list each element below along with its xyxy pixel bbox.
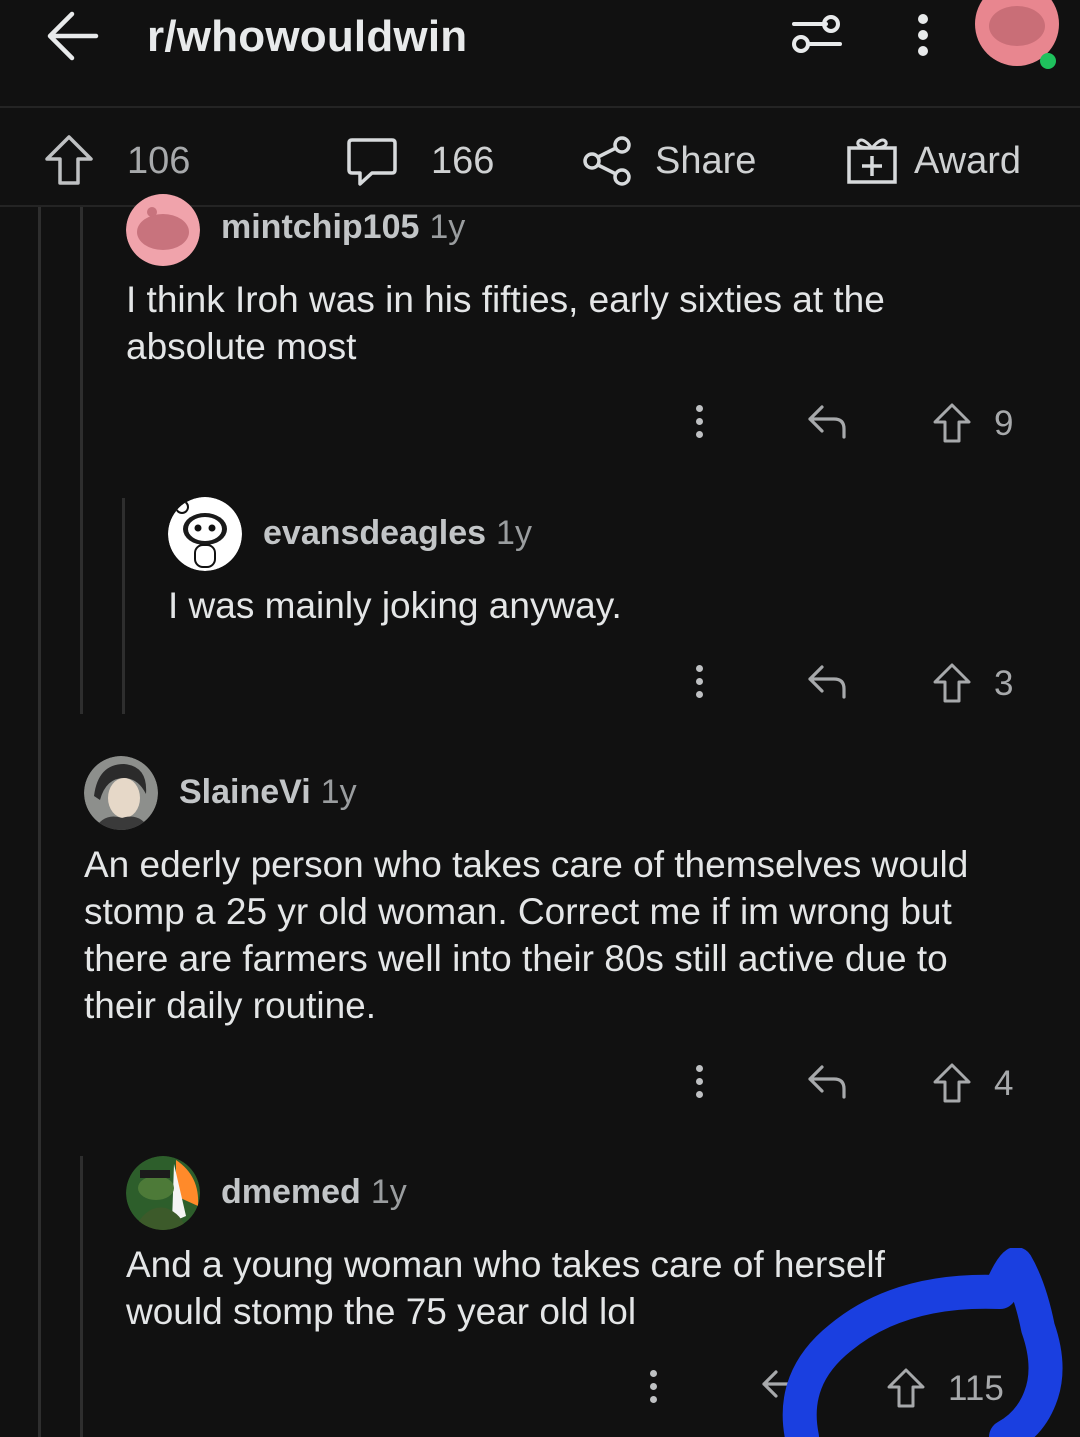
comment-score: 3 — [994, 664, 1014, 703]
comment-age: 1y — [320, 773, 357, 811]
comment-age: 1y — [370, 1173, 407, 1211]
avatar[interactable] — [168, 497, 242, 571]
username-text[interactable]: mintchip105 — [221, 208, 419, 246]
comment-username[interactable]: SlaineVi 1y — [179, 773, 357, 812]
award-label[interactable]: Award — [914, 140, 1021, 183]
username-text[interactable]: SlaineVi — [179, 773, 311, 811]
user-avatar[interactable] — [975, 0, 1065, 72]
share-icon[interactable] — [582, 136, 634, 186]
username-text[interactable]: dmemed — [221, 1173, 361, 1211]
avatar[interactable] — [126, 194, 200, 266]
comment-score: 4 — [994, 1064, 1014, 1103]
avatar[interactable] — [84, 756, 158, 830]
comment-icon[interactable] — [346, 136, 398, 188]
comment-upvote-icon[interactable] — [932, 1062, 972, 1104]
comment-age: 1y — [429, 208, 466, 246]
comment-upvote-icon[interactable] — [932, 662, 972, 704]
comment-more-icon[interactable] — [696, 665, 704, 704]
subreddit-title[interactable]: r/whowouldwin — [147, 12, 467, 62]
more-options-icon[interactable] — [917, 14, 929, 56]
share-label[interactable]: Share — [655, 140, 756, 183]
reply-icon[interactable] — [806, 403, 848, 439]
blue-circle-annotation — [780, 1248, 1080, 1437]
comment-score: 9 — [994, 404, 1014, 443]
thread-line-level2 — [122, 498, 125, 714]
comment-body: I think Iroh was in his fifties, early s… — [126, 279, 885, 367]
award-icon[interactable] — [846, 134, 898, 186]
comment-username[interactable]: evansdeagles 1y — [263, 514, 532, 553]
upvote-icon[interactable] — [44, 134, 94, 186]
comment-body: An ederly person who takes care of thems… — [84, 844, 969, 1026]
comment-upvote-icon[interactable] — [932, 402, 972, 444]
comment-username[interactable]: dmemed 1y — [221, 1173, 407, 1212]
comment-more-icon[interactable] — [696, 1065, 704, 1104]
thread-line-root — [38, 207, 41, 1437]
reply-icon[interactable] — [806, 663, 848, 699]
thread-line-level1-a — [80, 207, 83, 714]
upvote-count: 106 — [127, 140, 191, 182]
comment-more-icon[interactable] — [650, 1370, 658, 1409]
comment-count[interactable]: 166 — [431, 140, 494, 183]
username-text[interactable]: evansdeagles — [263, 514, 486, 552]
sort-filter-icon[interactable] — [790, 12, 844, 56]
comment-age: 1y — [496, 514, 532, 552]
thread-line-level1-b — [80, 1156, 83, 1437]
back-arrow-icon[interactable] — [44, 8, 102, 64]
comment-more-icon[interactable] — [696, 405, 704, 444]
reply-icon[interactable] — [806, 1063, 848, 1099]
avatar[interactable] — [126, 1156, 200, 1230]
comment-body: I was mainly joking anyway. — [168, 585, 622, 626]
comment-username[interactable]: mintchip105 1y — [221, 208, 465, 247]
